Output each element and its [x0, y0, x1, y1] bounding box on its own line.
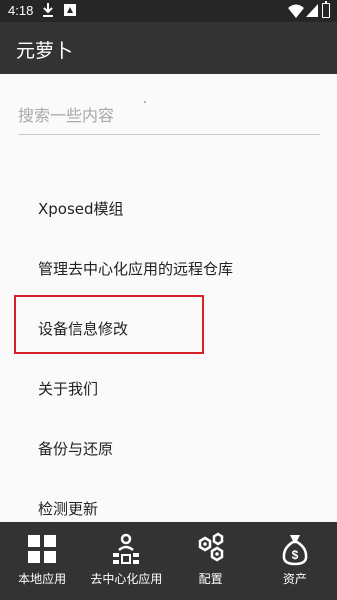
bottom-navigation: 本地应用 去中心化应用 配置 $ 资产 — [0, 522, 337, 600]
settings-menu: Xposed模组 管理去中心化应用的远程仓库 设备信息修改 关于我们 备份与还原… — [0, 176, 337, 536]
nav-label: 去中心化应用 — [90, 572, 163, 586]
app-title: 元萝卜 — [16, 40, 74, 62]
nav-decentralized-apps[interactable]: 去中心化应用 — [84, 522, 168, 600]
decentralized-icon — [113, 533, 140, 564]
nav-label: 配置 — [198, 572, 223, 586]
search-input[interactable] — [18, 100, 320, 130]
hexagons-icon — [198, 532, 223, 562]
nav-local-apps[interactable]: 本地应用 — [0, 522, 84, 600]
status-bar: 4:18 — [0, 0, 337, 22]
menu-item-label: Xposed模组 — [38, 200, 124, 218]
search-field[interactable] — [18, 100, 320, 135]
grid-icon — [28, 535, 57, 563]
wifi-icon — [288, 4, 304, 18]
menu-item-about-us[interactable]: 关于我们 — [0, 356, 337, 416]
download-icon — [43, 3, 53, 17]
highlight-box — [14, 295, 204, 354]
menu-item-label: 管理去中心化应用的远程仓库 — [38, 260, 234, 278]
menu-item-label: 检测更新 — [38, 500, 99, 518]
app-bar: 元萝卜 — [0, 22, 337, 74]
menu-item-label: 关于我们 — [38, 380, 99, 398]
battery-icon — [322, 1, 330, 18]
menu-item-backup-restore[interactable]: 备份与还原 — [0, 416, 337, 476]
menu-item-label: 备份与还原 — [38, 440, 114, 458]
nav-label: 资产 — [282, 572, 307, 586]
status-time: 4:18 — [8, 3, 34, 18]
menu-item-remote-repositories[interactable]: 管理去中心化应用的远程仓库 — [0, 236, 337, 296]
nav-config[interactable]: 配置 — [169, 522, 253, 600]
svg-text:$: $ — [292, 548, 299, 562]
signal-icon — [306, 4, 318, 17]
app-notification-icon — [64, 4, 76, 16]
menu-item-xposed-modules[interactable]: Xposed模组 — [0, 176, 337, 236]
nav-assets[interactable]: $ 资产 — [253, 522, 337, 600]
nav-label: 本地应用 — [18, 572, 67, 586]
money-bag-icon: $ — [282, 535, 308, 566]
